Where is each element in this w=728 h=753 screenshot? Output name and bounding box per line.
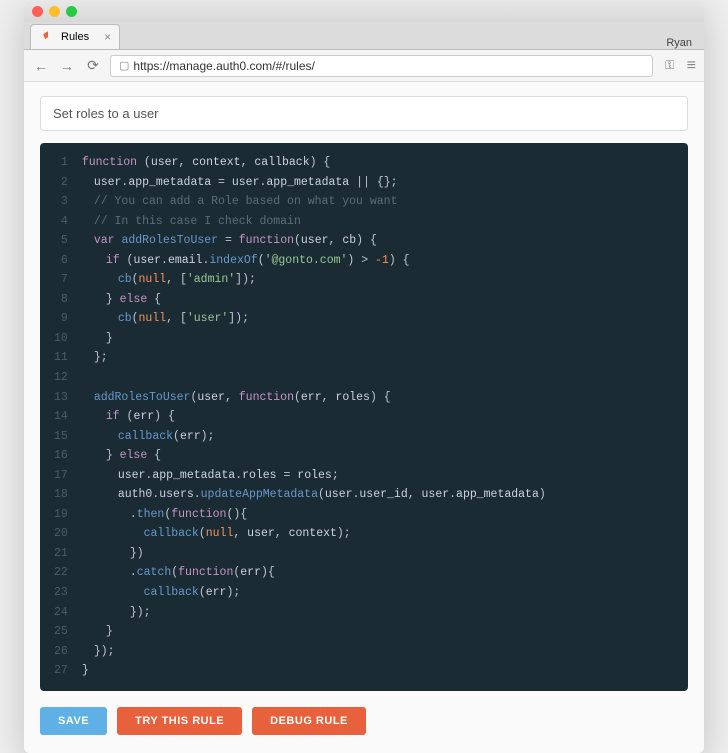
close-tab-icon[interactable]: × (104, 30, 111, 44)
save-button[interactable]: SAVE (40, 707, 107, 735)
forward-button[interactable]: → (58, 57, 76, 75)
url-input[interactable]: ▢ https://manage.auth0.com/#/rules/ (110, 55, 653, 77)
hamburger-menu-icon[interactable]: ≡ (687, 57, 696, 75)
browser-tab[interactable]: Rules × (30, 24, 120, 49)
page-content: 1234567891011121314151617181920212223242… (24, 82, 704, 753)
page-icon: ▢ (119, 59, 129, 72)
back-button[interactable]: ← (32, 57, 50, 75)
action-bar: SAVE TRY THIS RULE DEBUG RULE (40, 707, 688, 735)
user-badge: Ryan (666, 37, 698, 49)
address-bar: ← → ⟳ ▢ https://manage.auth0.com/#/rules… (24, 50, 704, 82)
try-rule-button[interactable]: TRY THIS RULE (117, 707, 242, 735)
rule-name-input[interactable] (40, 96, 688, 131)
line-gutter: 1234567891011121314151617181920212223242… (40, 143, 78, 691)
window-controls (32, 6, 77, 17)
code-editor[interactable]: 1234567891011121314151617181920212223242… (40, 143, 688, 691)
code-body[interactable]: function (user, context, callback) {user… (78, 143, 688, 691)
maximize-window-button[interactable] (66, 6, 77, 17)
reload-button[interactable]: ⟳ (84, 57, 102, 75)
browser-window: Rules × Ryan ← → ⟳ ▢ https://manage.auth… (24, 0, 704, 753)
url-text: https://manage.auth0.com/#/rules/ (133, 59, 314, 73)
key-icon[interactable]: ⚿ (661, 57, 679, 75)
debug-rule-button[interactable]: DEBUG RULE (252, 707, 366, 735)
tab-bar: Rules × Ryan (24, 22, 704, 50)
close-window-button[interactable] (32, 6, 43, 17)
minimize-window-button[interactable] (49, 6, 60, 17)
auth0-favicon (41, 30, 55, 44)
tab-title: Rules (61, 31, 89, 43)
titlebar (24, 0, 704, 22)
